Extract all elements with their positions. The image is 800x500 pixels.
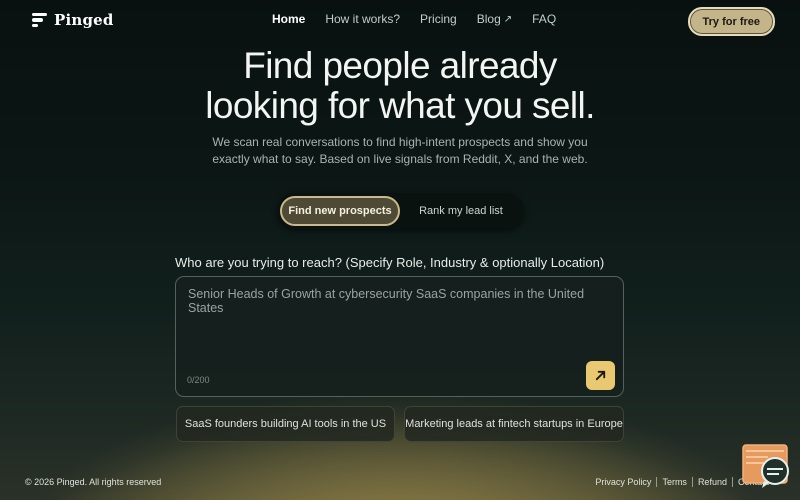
hero-title: Find people already looking for what you…: [205, 45, 595, 126]
brand-logo[interactable]: Pinged: [32, 11, 114, 29]
arrow-up-right-icon: ↗: [503, 13, 513, 25]
footer-link-terms[interactable]: Terms: [662, 477, 687, 487]
try-for-free-button[interactable]: Try for free: [687, 7, 775, 36]
character-counter: 0/200: [187, 375, 210, 385]
suggestion-chip[interactable]: Marketing leads at fintech startups in E…: [404, 406, 624, 442]
main-menu: Home How it works? Pricing Blog ↗ FAQ: [272, 12, 576, 26]
prompt-box: 0/200: [175, 276, 624, 397]
find-new-prospects-tab[interactable]: Find new prospects: [280, 196, 400, 226]
mode-toggle: Find new prospects Rank my lead list: [277, 193, 524, 229]
nav-link-pricing[interactable]: Pricing: [420, 12, 457, 26]
nav-link-blog[interactable]: Blog ↗: [477, 12, 512, 26]
hero-subtitle: We scan real conversations to find high-…: [212, 135, 588, 166]
footer-link-refund[interactable]: Refund: [698, 477, 727, 487]
suggestion-chip[interactable]: SaaS founders building AI tools in the U…: [176, 406, 395, 442]
arrow-up-right-icon: [595, 370, 606, 381]
rank-my-lead-list-tab[interactable]: Rank my lead list: [405, 196, 517, 226]
divider: [656, 477, 658, 487]
submit-button[interactable]: [586, 361, 615, 390]
footer-link-privacy-policy[interactable]: Privacy Policy: [595, 477, 651, 487]
nav-link-how-it-works[interactable]: How it works?: [325, 12, 400, 26]
target-audience-input[interactable]: [186, 285, 610, 349]
nav-link-faq[interactable]: FAQ: [532, 12, 556, 26]
prompt-label: Who are you trying to reach? (Specify Ro…: [175, 255, 605, 270]
pinged-logo-icon: [32, 12, 47, 28]
divider: [691, 477, 693, 487]
top-navigation: Pinged Home How it works? Pricing Blog ↗ …: [0, 0, 800, 40]
nav-link-home[interactable]: Home: [272, 12, 305, 26]
brand-name: Pinged: [54, 11, 114, 29]
chat-support-icon[interactable]: [742, 444, 790, 490]
divider: [731, 477, 733, 487]
copyright-text: © 2026 Pinged. All rights reserved: [25, 477, 162, 487]
